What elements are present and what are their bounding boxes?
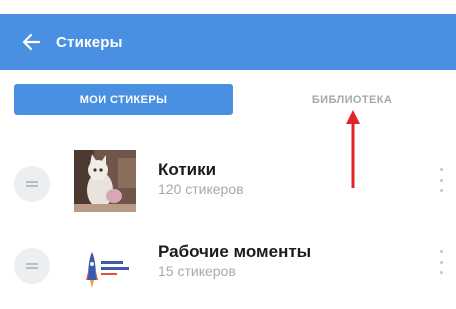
drag-handle-icon[interactable]: [14, 248, 50, 284]
arrow-left-icon[interactable]: [22, 33, 41, 51]
list-item[interactable]: Рабочие моменты 15 стикеров: [0, 228, 456, 298]
page-title: Стикеры: [56, 33, 123, 51]
sticker-pack-name: Рабочие моменты: [158, 242, 312, 261]
rocket-logo-thumbnail: [74, 236, 136, 298]
more-vert-icon[interactable]: [436, 168, 446, 192]
cat-photo-thumbnail: [74, 150, 136, 212]
tab-bar: МОИ СТИКЕРЫ БИБЛИОТЕКА: [0, 80, 456, 118]
tab-my-stickers[interactable]: МОИ СТИКЕРЫ: [14, 84, 233, 115]
sticker-pack-count: 15 стикеров: [158, 263, 236, 279]
list-item[interactable]: Котики 120 стикеров: [0, 146, 456, 216]
sticker-pack-count: 120 стикеров: [158, 181, 244, 197]
app-bar: Стикеры: [0, 14, 456, 70]
drag-handle-icon[interactable]: [14, 166, 50, 202]
sticker-pack-name: Котики: [158, 160, 217, 179]
more-vert-icon[interactable]: [436, 250, 446, 274]
